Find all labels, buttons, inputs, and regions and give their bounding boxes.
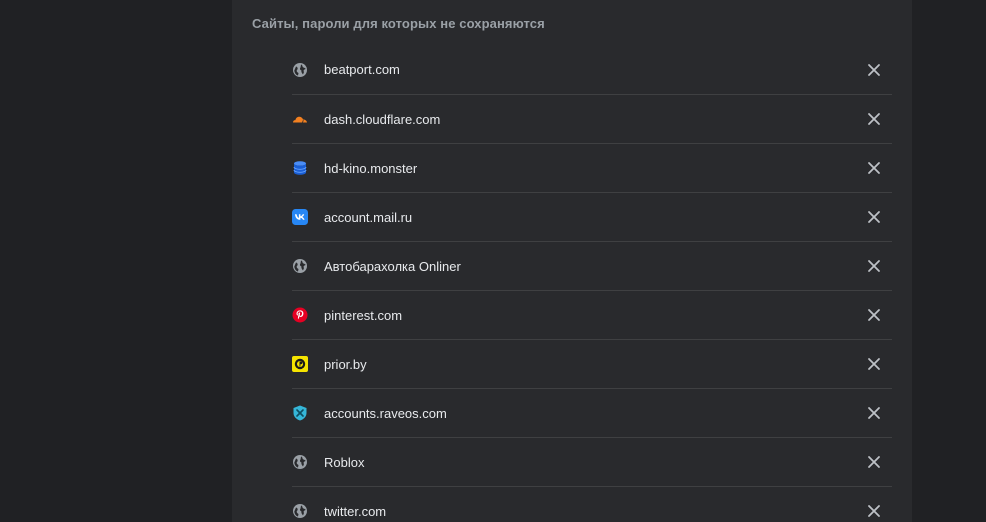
remove-button[interactable] <box>864 403 884 423</box>
close-icon <box>868 162 880 174</box>
site-label: prior.by <box>324 356 367 372</box>
close-icon <box>868 505 880 517</box>
globe-icon <box>292 258 308 274</box>
cloudflare-icon <box>292 111 308 127</box>
site-label: dash.cloudflare.com <box>324 111 441 127</box>
remove-button[interactable] <box>864 452 884 472</box>
list-item: dash.cloudflare.com <box>292 94 892 143</box>
vk-icon <box>292 209 308 225</box>
site-label: twitter.com <box>324 503 387 519</box>
list-item: hd-kino.monster <box>292 143 892 192</box>
never-saved-passwords-card: Сайты, пароли для которых не сохраняются… <box>232 0 912 522</box>
close-icon <box>868 407 880 419</box>
prior-icon <box>292 356 308 372</box>
list-item: Roblox <box>292 437 892 486</box>
close-icon <box>868 113 880 125</box>
globe-icon <box>292 454 308 470</box>
site-label: beatport.com <box>324 62 400 77</box>
remove-button[interactable] <box>864 501 884 521</box>
close-icon <box>868 63 880 76</box>
site-label: accounts.raveos.com <box>324 405 447 421</box>
raveos-icon <box>292 405 308 421</box>
site-label: account.mail.ru <box>324 209 413 225</box>
close-icon <box>868 309 880 321</box>
remove-button[interactable] <box>864 158 884 178</box>
close-icon <box>868 456 880 468</box>
remove-button[interactable] <box>864 207 884 227</box>
database-icon <box>292 160 308 176</box>
list-item: prior.by <box>292 339 892 388</box>
close-icon <box>868 260 880 272</box>
globe-icon <box>292 503 308 519</box>
close-icon <box>868 358 880 370</box>
site-label: Автобарахолка Onliner <box>324 258 461 274</box>
list-item: accounts.raveos.com <box>292 388 892 437</box>
remove-button[interactable] <box>864 109 884 129</box>
section-title: Сайты, пароли для которых не сохраняются <box>252 16 545 31</box>
remove-button[interactable] <box>864 256 884 276</box>
site-label: pinterest.com <box>324 307 403 323</box>
list-item: Автобарахолка Onliner <box>292 241 892 290</box>
site-label: Roblox <box>324 454 365 470</box>
list-item: account.mail.ru <box>292 192 892 241</box>
close-icon <box>868 211 880 223</box>
list-item: beatport.com <box>292 45 892 94</box>
list-item: pinterest.com <box>292 290 892 339</box>
remove-button[interactable] <box>864 354 884 374</box>
never-saved-sites-list: beatport.com dash.cloudflare.com hd-kino… <box>292 45 892 522</box>
remove-button[interactable] <box>864 305 884 325</box>
site-label: hd-kino.monster <box>324 160 418 176</box>
globe-icon <box>292 62 308 78</box>
list-item: twitter.com <box>292 486 892 522</box>
remove-button[interactable] <box>864 60 884 80</box>
pinterest-icon <box>292 307 308 323</box>
